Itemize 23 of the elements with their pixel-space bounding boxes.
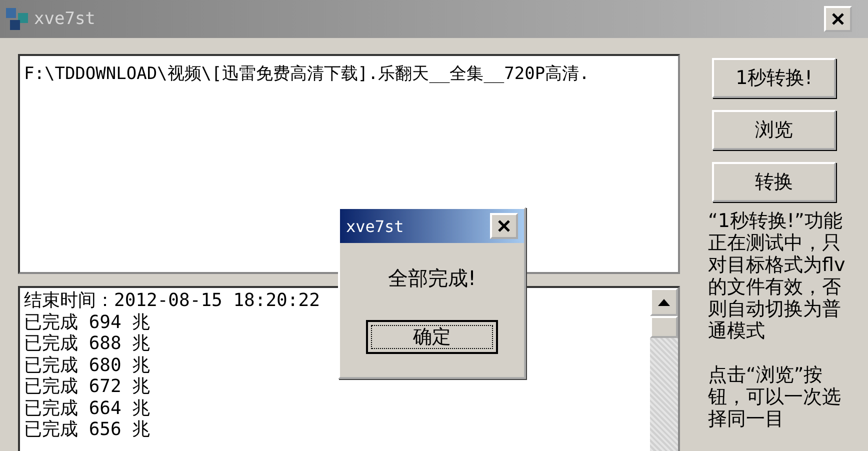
scrollbar[interactable] bbox=[650, 288, 678, 451]
log-line: 结束时间：2012-08-15 18:20:22 bbox=[24, 290, 320, 312]
close-button[interactable] bbox=[824, 6, 852, 32]
log-line: 已完成 664 兆 bbox=[24, 398, 150, 419]
scroll-up-button[interactable] bbox=[650, 288, 678, 316]
window-title: xve7st bbox=[34, 9, 96, 29]
log-line: 已完成 672 兆 bbox=[24, 376, 150, 398]
close-icon bbox=[497, 219, 511, 233]
log-line: 已完成 656 兆 bbox=[24, 419, 150, 440]
info-text: “1秒转换!”功能正在测试中，只对目标格式为flv的文件有效，否则自动切换为普通模式 bbox=[708, 210, 846, 342]
close-icon bbox=[831, 12, 845, 26]
action-button[interactable]: 1秒转换! bbox=[712, 58, 836, 98]
log-line: 已完成 694 兆 bbox=[24, 312, 150, 333]
close-button[interactable] bbox=[490, 213, 518, 239]
action-button[interactable]: 浏览 bbox=[712, 110, 836, 150]
log-line: 已完成 688 兆 bbox=[24, 333, 150, 354]
info-text: 点击“浏览”按钮，可以一次选择同一目 bbox=[708, 364, 842, 430]
log-line: 已完成 680 兆 bbox=[24, 354, 150, 376]
up-triangle-icon bbox=[658, 298, 670, 306]
dialog-title: xve7st bbox=[346, 216, 405, 236]
ok-button[interactable]: 确定 bbox=[366, 320, 498, 354]
action-button[interactable]: 转换 bbox=[712, 162, 836, 202]
scroll-thumb[interactable] bbox=[650, 316, 678, 338]
